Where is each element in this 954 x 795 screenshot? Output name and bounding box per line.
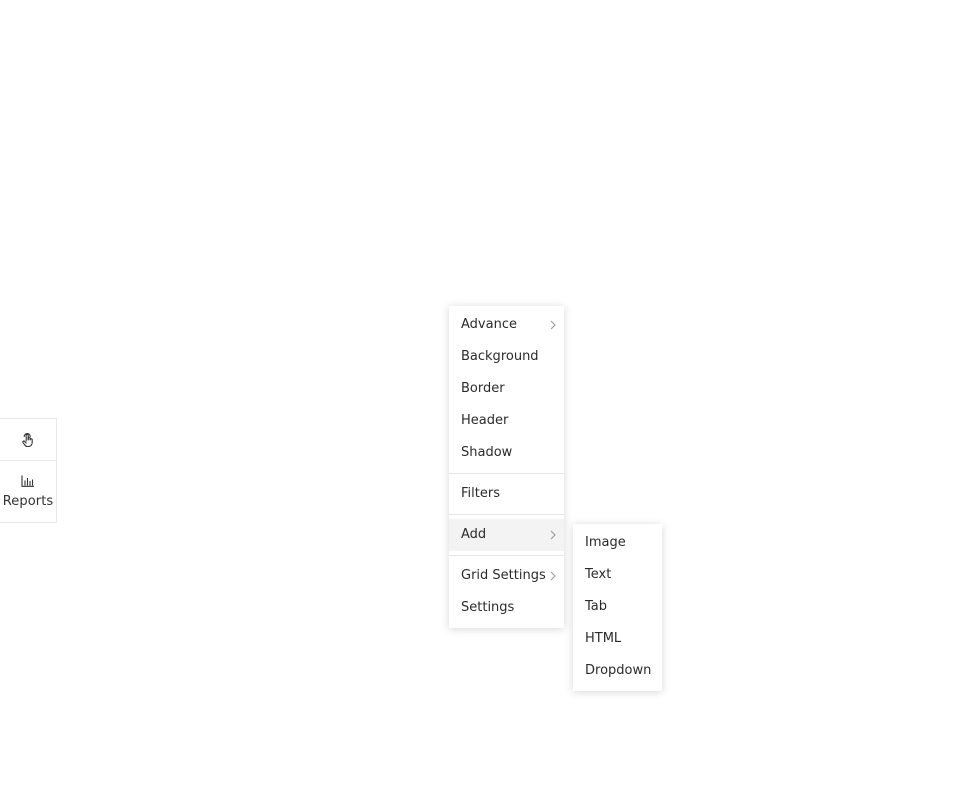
menu-item-label: Filters	[461, 486, 500, 501]
page: Reports Advance Background Border Header…	[0, 0, 954, 795]
side-toolbar: Reports	[0, 418, 57, 523]
reports-button[interactable]: Reports	[0, 460, 56, 523]
hand-pointer-icon	[20, 432, 36, 448]
menu-item-header[interactable]: Header	[449, 405, 564, 437]
reports-label: Reports	[2, 493, 54, 509]
chevron-right-icon	[550, 309, 556, 341]
menu-item-filters[interactable]: Filters	[449, 478, 564, 510]
context-menu: Advance Background Border Header Shadow …	[449, 306, 564, 628]
menu-item-label: Shadow	[461, 445, 513, 460]
menu-item-label: HTML	[585, 631, 622, 646]
menu-item-add[interactable]: Add	[449, 519, 564, 551]
menu-item-label: Add	[461, 527, 487, 542]
menu-item-label: Text	[585, 567, 612, 582]
menu-divider	[449, 555, 564, 556]
menu-divider	[449, 473, 564, 474]
interact-button[interactable]	[0, 419, 56, 461]
menu-item-label: Grid Settings	[461, 568, 546, 583]
menu-item-label: Image	[585, 535, 626, 550]
menu-item-advance[interactable]: Advance	[449, 309, 564, 341]
menu-item-label: Tab	[585, 599, 608, 614]
menu-item-settings[interactable]: Settings	[449, 592, 564, 624]
chevron-right-icon	[550, 519, 556, 551]
menu-item-label: Settings	[461, 600, 515, 615]
menu-item-grid-settings[interactable]: Grid Settings	[449, 560, 564, 592]
submenu-item-dropdown[interactable]: Dropdown	[573, 655, 662, 687]
add-submenu: Image Text Tab HTML Dropdown	[573, 524, 662, 691]
submenu-item-text[interactable]: Text	[573, 559, 662, 591]
menu-item-shadow[interactable]: Shadow	[449, 437, 564, 469]
submenu-item-image[interactable]: Image	[573, 527, 662, 559]
chevron-right-icon	[550, 560, 556, 592]
menu-item-label: Background	[461, 349, 539, 364]
menu-item-background[interactable]: Background	[449, 341, 564, 373]
menu-item-label: Advance	[461, 317, 517, 332]
submenu-item-html[interactable]: HTML	[573, 623, 662, 655]
menu-divider	[449, 514, 564, 515]
menu-item-label: Header	[461, 413, 509, 428]
menu-item-border[interactable]: Border	[449, 373, 564, 405]
bar-chart-icon	[21, 475, 35, 487]
submenu-item-tab[interactable]: Tab	[573, 591, 662, 623]
menu-item-label: Dropdown	[585, 663, 652, 678]
menu-item-label: Border	[461, 381, 505, 396]
